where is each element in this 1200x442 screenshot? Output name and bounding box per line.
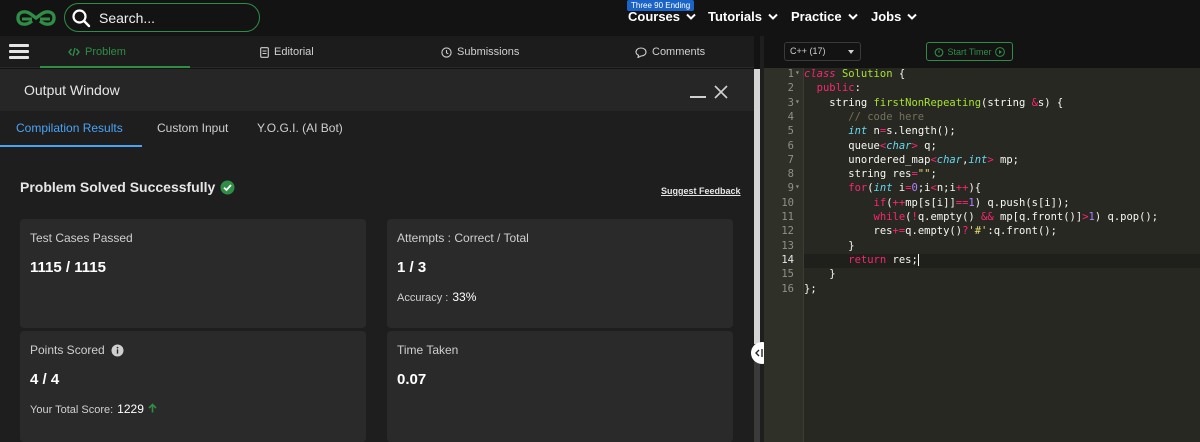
problem-tabs-bar: Problem Editorial Submissions Comments xyxy=(0,36,754,68)
nav-jobs[interactable]: Jobs xyxy=(871,9,918,24)
top-navbar: Search... Three 90 Ending Courses Tutori… xyxy=(0,0,1200,36)
tab-problem-label: Problem xyxy=(85,46,126,58)
timer-icon xyxy=(935,47,944,57)
tab-submissions-label: Submissions xyxy=(457,46,520,58)
hamburger-menu-icon[interactable] xyxy=(9,44,29,60)
tab-custom-input[interactable]: Custom Input xyxy=(157,121,228,135)
suggest-feedback-link[interactable]: Suggest Feedback xyxy=(661,186,741,196)
language-select-value: C++ (17) xyxy=(790,46,826,56)
code-line: return res; xyxy=(848,253,919,266)
code-line: res+=q.empty()?'#':q.front(); xyxy=(804,225,1057,238)
tab-editorial-label: Editorial xyxy=(274,46,314,58)
tab-editorial[interactable]: Editorial xyxy=(260,36,314,68)
search-icon xyxy=(72,8,91,27)
attempts-value: 1 / 3 xyxy=(397,259,427,276)
code-line: queue<char> q; xyxy=(804,139,937,152)
code-line: int n=s.length(); xyxy=(848,125,956,138)
nav-courses[interactable]: Courses xyxy=(628,9,696,24)
test-cases-card: Test Cases Passed 1115 / 1115 xyxy=(20,219,366,328)
language-select[interactable]: C++ (17) xyxy=(784,42,861,61)
nav-courses-label: Courses xyxy=(628,9,681,24)
comment-icon xyxy=(635,46,647,58)
caret-down-icon xyxy=(848,50,854,54)
test-cases-label: Test Cases Passed xyxy=(30,231,133,245)
tab-yogi-ai-bot[interactable]: Y.O.G.I. (AI Bot) xyxy=(257,121,343,135)
chevron-down-icon xyxy=(847,13,858,20)
points-label-row: Points Scored xyxy=(30,343,124,357)
search-box[interactable]: Search... xyxy=(64,3,260,32)
time-taken-label: Time Taken xyxy=(397,343,459,357)
code-line: }; xyxy=(804,282,817,295)
code-line: while(!q.empty() && mp[q.front()]>1) q.p… xyxy=(873,211,1159,223)
nav-practice[interactable]: Practice xyxy=(791,9,858,24)
code-line: string firstNonRepeating(string &s) { xyxy=(804,96,1064,109)
output-window: Output Window Compilation Results Custom… xyxy=(0,69,754,442)
code-line: } xyxy=(804,268,836,281)
code-line: if(++mp[s[i]]==1) q.push(s[i]); xyxy=(873,196,1070,209)
tab-compilation-results[interactable]: Compilation Results xyxy=(16,121,123,135)
code-line: public: xyxy=(816,82,861,95)
play-icon xyxy=(994,46,1005,57)
start-timer-button[interactable]: Start Timer xyxy=(926,42,1013,61)
test-cases-value: 1115 / 1115 xyxy=(30,259,106,276)
tab-problem[interactable]: Problem xyxy=(68,36,126,68)
nav-tutorials[interactable]: Tutorials xyxy=(708,9,778,24)
nav-tutorials-label: Tutorials xyxy=(708,9,762,24)
document-icon xyxy=(260,46,269,58)
clock-icon xyxy=(441,46,452,58)
chevron-down-icon xyxy=(768,13,778,20)
nav-jobs-label: Jobs xyxy=(871,9,902,24)
attempts-label: Attempts : Correct / Total xyxy=(397,231,529,245)
output-window-title: Output Window xyxy=(24,82,120,98)
arrow-up-icon xyxy=(148,403,157,413)
accuracy-value: 33% xyxy=(452,290,477,304)
total-score-value: 1229 xyxy=(117,402,144,416)
time-taken-value: 0.07 xyxy=(397,371,427,388)
search-placeholder: Search... xyxy=(99,9,156,26)
total-score-label: Your Total Score: xyxy=(30,404,114,416)
output-tabs: Compilation Results Custom Input Y.O.G.I… xyxy=(0,111,754,147)
check-circle-icon xyxy=(220,180,235,194)
solved-status: Problem Solved Successfully xyxy=(20,179,235,195)
points-value: 4 / 4 xyxy=(30,371,60,388)
code-line: } xyxy=(804,239,855,252)
time-taken-card: Time Taken 0.07 xyxy=(387,331,733,442)
total-score-row: Your Total Score: 1229 xyxy=(30,402,157,416)
solved-status-text: Problem Solved Successfully xyxy=(20,179,216,195)
nav-practice-label: Practice xyxy=(791,9,842,24)
code-editor[interactable]: 1 ▾ 2 3 ▾ 4 5 6 7 8 9 ▾ 10 11 12 13 14 15 16 class Solutio… xyxy=(764,68,1200,442)
code-line: for(int i=0;i<n;i++){ xyxy=(848,182,982,195)
minimize-icon[interactable] xyxy=(690,96,706,98)
points-label: Points Scored xyxy=(30,343,105,357)
active-tab-indicator xyxy=(40,66,190,68)
start-timer-label: Start Timer xyxy=(947,46,992,57)
chevron-down-icon xyxy=(686,13,696,20)
code-line: unordered_map<char,int> mp; xyxy=(804,153,1019,166)
code-line: class Solution { xyxy=(804,68,906,80)
chevron-down-icon xyxy=(907,13,918,20)
code-line: string res=""; xyxy=(804,168,937,181)
code-icon xyxy=(68,47,80,57)
active-output-tab-indicator xyxy=(0,145,142,147)
tab-comments-label: Comments xyxy=(652,46,706,58)
accuracy-label: Accuracy : xyxy=(397,292,449,304)
code-line: // code here xyxy=(848,110,925,123)
gfg-logo-icon[interactable] xyxy=(14,6,58,30)
tab-comments[interactable]: Comments xyxy=(635,36,705,68)
attempts-card: Attempts : Correct / Total 1 / 3 Accurac… xyxy=(387,219,733,328)
info-icon[interactable] xyxy=(111,344,124,357)
accuracy-row: Accuracy : 33% xyxy=(397,290,476,304)
tab-submissions[interactable]: Submissions xyxy=(441,36,519,68)
close-icon[interactable] xyxy=(714,85,728,99)
points-card: Points Scored 4 / 4 Your Total Score: 12… xyxy=(20,331,366,442)
output-window-header: Output Window xyxy=(0,69,754,111)
